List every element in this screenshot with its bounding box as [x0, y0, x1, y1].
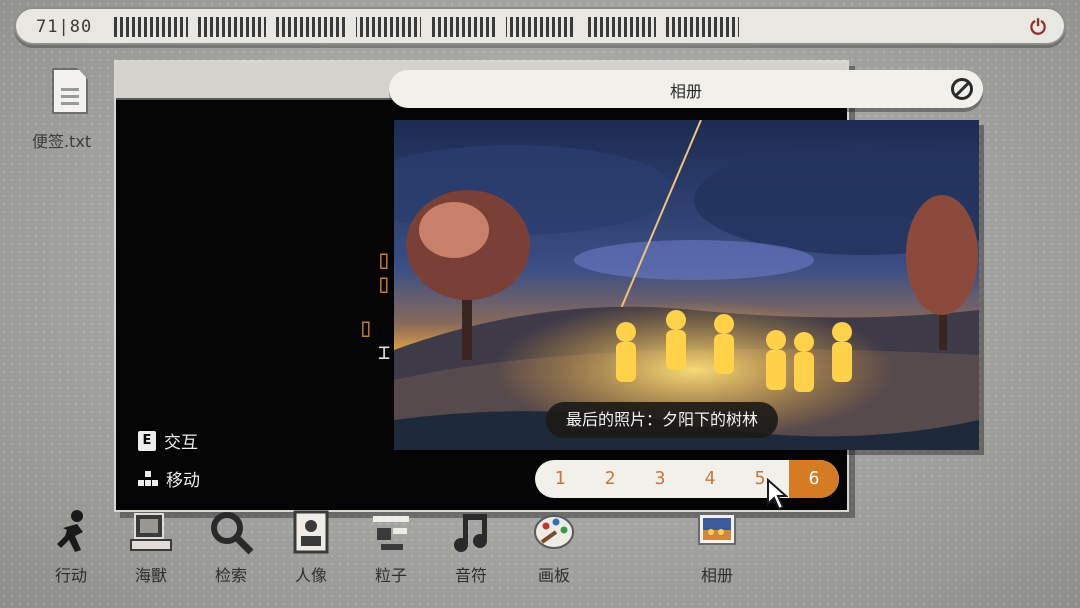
dock-label: 粒子	[374, 566, 407, 585]
page-button-1[interactable]: 1	[535, 460, 585, 498]
text-file-icon[interactable]	[52, 68, 88, 114]
computer-icon	[127, 508, 175, 556]
hint-label: 移动	[166, 471, 200, 491]
palette-icon	[530, 508, 578, 556]
page-button-6[interactable]: 6	[789, 460, 839, 498]
dock-label: 人像	[294, 566, 327, 585]
progress-counter: 71|80	[36, 17, 93, 37]
tick-gap	[421, 15, 431, 39]
dock-item-album[interactable]: 相册	[682, 508, 752, 586]
tick-gap	[656, 15, 666, 39]
pixel-glyph: ▯	[358, 313, 374, 343]
hint-label: 交互	[164, 433, 198, 453]
tick-gap	[266, 15, 276, 39]
photo-album-icon	[693, 508, 741, 556]
dock-item-particle[interactable]: 粒子	[356, 508, 426, 586]
pixel-glyph: ⌶	[378, 340, 391, 364]
portrait-icon	[287, 508, 335, 556]
dock-label: 画板	[537, 566, 570, 585]
dock-item-haishou[interactable]: 海獸	[116, 508, 186, 586]
album-photo	[394, 120, 979, 450]
particle-icon	[367, 508, 415, 556]
power-icon[interactable]: ⏻	[1026, 15, 1050, 39]
arrow-keys-icon	[138, 470, 158, 486]
dock-item-palette[interactable]: 画板	[519, 508, 589, 586]
move-hint: 移动	[138, 466, 200, 491]
music-note-icon	[447, 508, 495, 556]
mouse-cursor-icon	[767, 478, 788, 511]
dock-item-action[interactable]: 行动	[36, 508, 106, 586]
page-button-3[interactable]: 3	[635, 460, 685, 498]
album-titlebar[interactable]: 相册	[389, 70, 983, 108]
album-title: 相册	[669, 82, 702, 101]
dock-label: 检索	[214, 566, 247, 585]
dock-item-search[interactable]: 检索	[196, 508, 266, 586]
dock-item-portrait[interactable]: 人像	[276, 508, 346, 586]
page-button-2[interactable]: 2	[585, 460, 635, 498]
close-icon[interactable]	[951, 78, 973, 100]
file-label[interactable]: 便签.txt	[32, 128, 91, 152]
photo-caption: 最后的照片：夕阳下的树林	[546, 402, 779, 438]
page-button-4[interactable]: 4	[685, 460, 735, 498]
running-person-icon	[47, 508, 95, 556]
tick-gap	[576, 15, 586, 39]
dock-label: 相册	[700, 566, 733, 585]
e-key-icon: E	[138, 430, 156, 451]
tick-gap	[188, 15, 198, 39]
magnifier-icon	[207, 508, 255, 556]
tick-gap	[496, 15, 506, 39]
dock-item-music[interactable]: 音符	[436, 508, 506, 586]
tick-gap	[346, 15, 356, 39]
sunset-forest-image	[394, 120, 979, 450]
dock-label: 音符	[454, 566, 487, 585]
dock-label: 行动	[54, 566, 87, 585]
interact-hint: E 交互	[138, 428, 198, 453]
dock-label: 海獸	[134, 566, 167, 585]
album-pager: 1 2 3 4 5 6	[535, 460, 839, 498]
pixel-glyph: ▯ ▯	[376, 245, 392, 299]
status-bar: 71|80 ⏻	[14, 7, 1066, 45]
